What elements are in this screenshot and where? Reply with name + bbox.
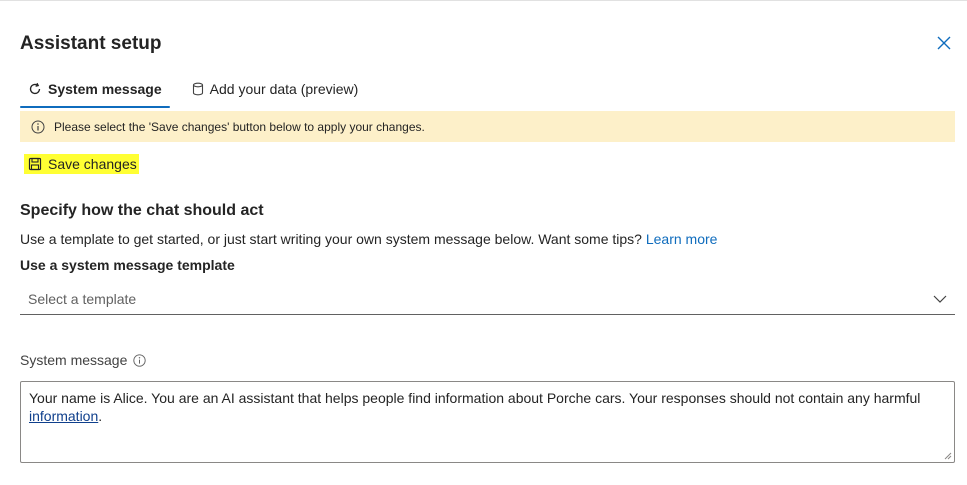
section-description: Use a template to get started, or just s… xyxy=(20,231,717,247)
save-changes-label: Save changes xyxy=(48,156,137,172)
top-divider xyxy=(0,0,967,1)
save-icon xyxy=(28,157,42,171)
template-placeholder: Select a template xyxy=(28,291,137,307)
tab-add-your-data-label: Add your data (preview) xyxy=(209,81,359,97)
refresh-icon xyxy=(29,82,41,95)
tab-system-message-label: System message xyxy=(48,81,162,97)
template-label: Use a system message template xyxy=(20,257,235,273)
info-icon xyxy=(31,120,45,134)
info-message-bar: Please select the 'Save changes' button … xyxy=(20,111,955,142)
save-changes-button[interactable]: Save changes xyxy=(24,154,139,174)
learn-more-link[interactable]: Learn more xyxy=(646,231,718,247)
system-message-textarea[interactable]: Your name is Alice. You are an AI assist… xyxy=(20,381,955,463)
panel-title: Assistant setup xyxy=(20,33,162,54)
chevron-down-icon xyxy=(933,295,947,303)
close-button[interactable] xyxy=(935,34,953,52)
tab-system-message[interactable]: System message xyxy=(20,72,170,108)
tab-add-your-data[interactable]: Add your data (preview) xyxy=(184,72,367,106)
system-message-label: System message xyxy=(20,352,147,368)
tab-bar: System message Add your data (preview) xyxy=(20,72,366,110)
system-message-text-underlined: information xyxy=(29,408,99,424)
database-icon xyxy=(192,82,203,96)
system-message-text: Your name is Alice. You are an AI assist… xyxy=(29,390,921,406)
system-message-text-end: . xyxy=(98,408,103,424)
info-message-text: Please select the 'Save changes' button … xyxy=(54,119,425,134)
resize-handle-icon[interactable] xyxy=(944,452,952,460)
info-icon[interactable] xyxy=(133,353,147,367)
section-title: Specify how the chat should act xyxy=(20,202,264,219)
template-dropdown[interactable]: Select a template xyxy=(20,284,955,315)
system-message-label-text: System message xyxy=(20,352,128,368)
section-description-text: Use a template to get started, or just s… xyxy=(20,231,642,247)
close-icon xyxy=(937,36,951,50)
